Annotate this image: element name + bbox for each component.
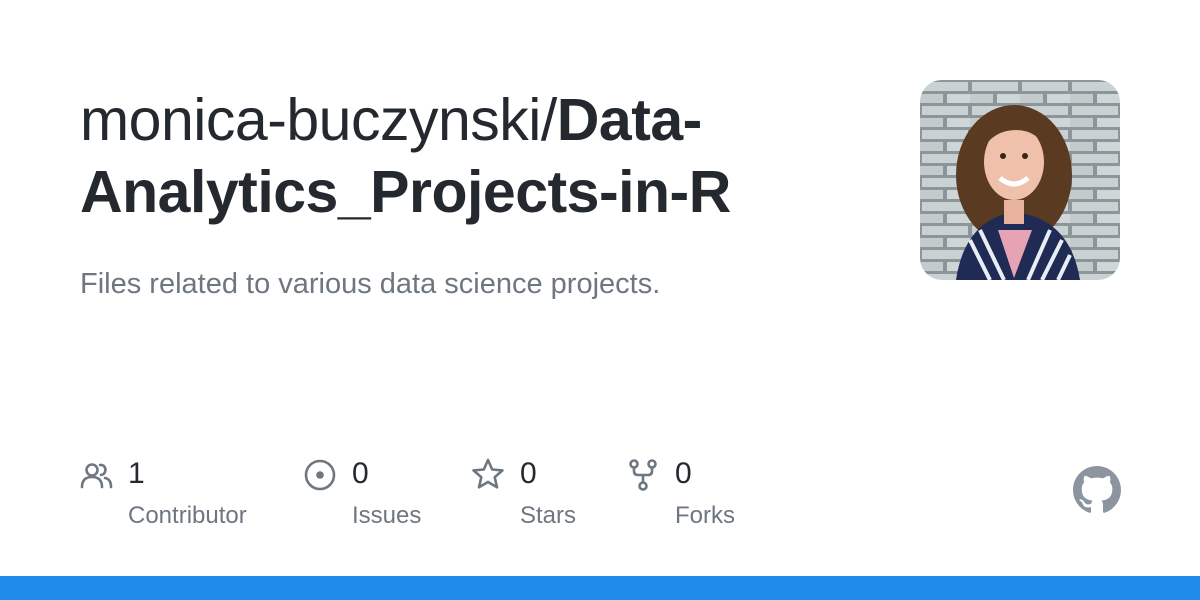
repo-title: monica-buczynski/Data-Analytics_Projects… (80, 84, 840, 228)
contributors-count: 1 (128, 457, 145, 490)
contributors-label: Contributor (128, 502, 247, 529)
repo-owner: monica-buczynski/ (80, 87, 557, 153)
stars-count: 0 (520, 457, 537, 490)
stars-label: Stars (520, 502, 577, 529)
issues-count: 0 (352, 457, 369, 490)
issue-icon (304, 458, 338, 492)
repo-description: Files related to various data science pr… (80, 268, 661, 300)
people-icon (80, 458, 114, 492)
brand-bar (0, 576, 1200, 600)
star-icon (472, 458, 506, 492)
fork-icon (627, 458, 661, 492)
forks-label: Forks (675, 502, 735, 529)
github-icon[interactable] (1073, 466, 1121, 514)
forks-count: 0 (675, 457, 692, 490)
issues-label: Issues (352, 502, 422, 529)
owner-avatar (920, 80, 1120, 280)
